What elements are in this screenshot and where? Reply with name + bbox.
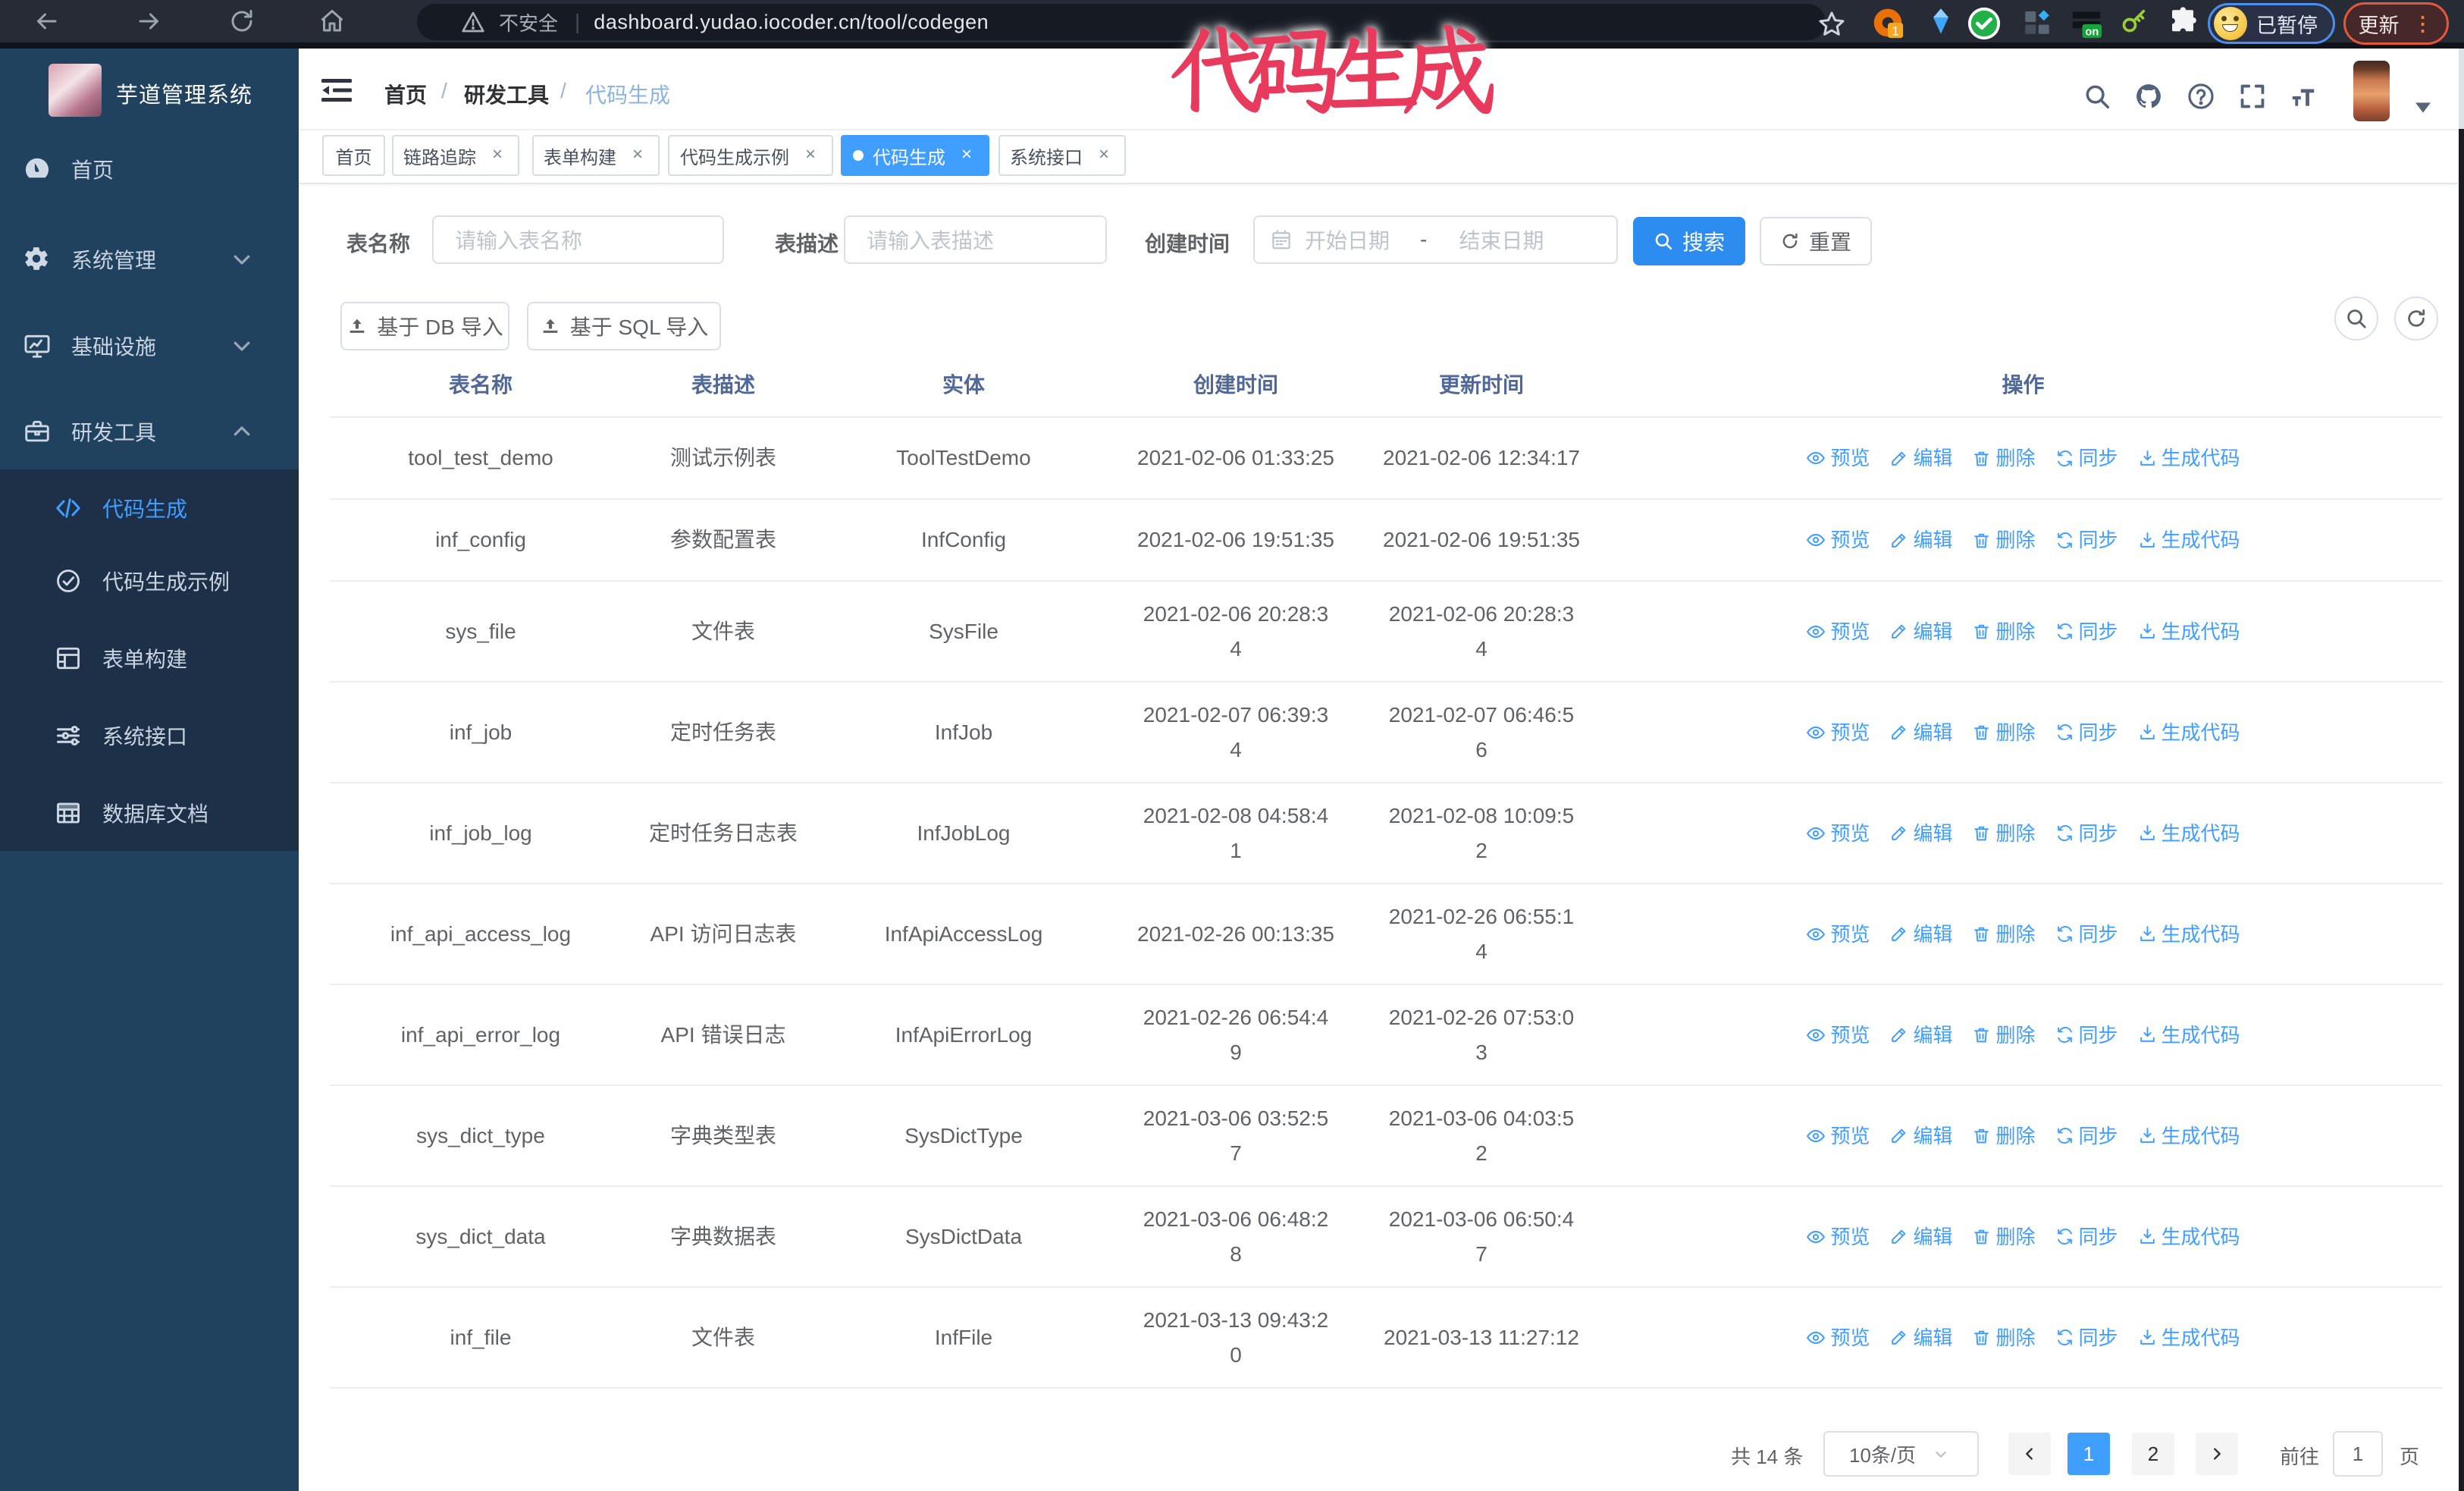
svg-text:on: on <box>2085 27 2099 39</box>
svg-text:1: 1 <box>1892 25 1898 39</box>
